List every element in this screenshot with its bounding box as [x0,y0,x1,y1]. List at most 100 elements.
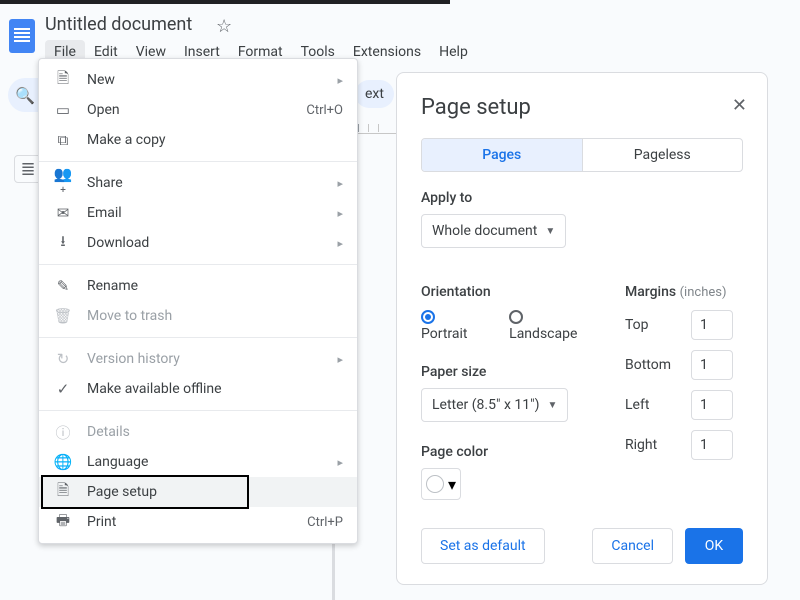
margin-bottom-label: Bottom [625,357,681,373]
menu-item-label: Open [87,102,120,118]
radio-landscape[interactable]: Landscape [509,310,597,342]
margin-left-row: Left [625,390,743,420]
radio-icon [509,310,523,324]
download-icon: ⭳ [53,231,73,256]
menu-item-print[interactable]: 🖶 Print Ctrl+P [39,507,357,537]
menu-item-share[interactable]: 👥⁺ Share ▸ [39,168,357,198]
margin-right-input[interactable] [691,430,733,460]
margin-bottom-row: Bottom [625,350,743,380]
page-color-label: Page color [421,444,597,460]
margin-right-row: Right [625,430,743,460]
chevron-right-icon: ▸ [337,207,343,220]
menu-item-label: Version history [87,351,180,367]
menu-item-details[interactable]: ⓘ Details [39,417,357,447]
tab-pageless[interactable]: Pageless [582,139,743,171]
app-header: Untitled document ☆ File Edit View Inser… [0,6,800,66]
document-title[interactable]: Untitled document [45,14,192,35]
menu-item-version-history[interactable]: ↻ Version history ▸ [39,344,357,374]
tab-pages[interactable]: Pages [422,139,582,171]
menu-item-open[interactable]: ▭ Open Ctrl+O [39,95,357,125]
copy-icon: ⧉ [53,131,73,149]
ruler[interactable] [358,120,398,134]
menu-item-email[interactable]: ✉ Email ▸ [39,198,357,228]
menu-separator [39,337,357,338]
rename-icon: ✎ [53,277,73,295]
menu-item-rename[interactable]: ✎ Rename [39,271,357,301]
new-icon: 🗎 [53,68,73,93]
select-value: Whole document [432,223,537,239]
menu-item-make-available-offline[interactable]: ✓ Make available offline [39,374,357,404]
margin-left-input[interactable] [691,390,733,420]
menu-item-label: Print [87,514,116,530]
menu-item-new[interactable]: 🗎 New ▸ [39,65,357,95]
shortcut-label: Ctrl+P [307,515,343,530]
menu-item-label: Email [87,205,122,221]
menu-separator [39,161,357,162]
email-icon: ✉ [53,204,73,222]
menu-item-make-a-copy[interactable]: ⧉ Make a copy [39,125,357,155]
shortcut-label: Ctrl+O [306,103,343,118]
margins-label: Margins (inches) [625,284,743,300]
menu-item-label: Make a copy [87,132,166,148]
caret-down-icon: ▾ [448,475,456,494]
cancel-button[interactable]: Cancel [592,528,673,564]
menu-item-label: Page setup [87,484,157,500]
offline-icon: ✓ [53,380,73,398]
set-as-default-button[interactable]: Set as default [421,528,545,564]
menu-item-label: Language [87,454,148,470]
apply-to-select[interactable]: Whole document ▼ [421,214,566,248]
window-top-border [0,0,450,4]
menu-help[interactable]: Help [430,40,477,64]
info-icon: ⓘ [53,422,73,443]
margin-bottom-input[interactable] [691,350,733,380]
menu-item-label: Download [87,235,149,251]
margin-top-label: Top [625,317,681,333]
star-icon[interactable]: ☆ [216,16,232,37]
menu-item-label: Rename [87,278,138,294]
paper-size-label: Paper size [421,364,597,380]
chevron-right-icon: ▸ [337,237,343,250]
print-icon: 🖶 [53,510,73,535]
paper-size-select[interactable]: Letter (8.5" x 11") ▼ [421,388,568,422]
search-menus-button[interactable]: 🔍 [8,78,42,112]
docs-logo-icon[interactable] [9,19,35,53]
dialog-title: Page setup [421,95,743,120]
margin-right-label: Right [625,437,681,453]
page-icon: 🗎 [53,480,73,505]
menu-item-language[interactable]: 🌐 Language ▸ [39,447,357,477]
caret-down-icon: ▼ [547,400,557,411]
search-icon: 🔍 [15,86,35,105]
share-icon: 👥⁺ [53,165,73,201]
menu-item-page-setup[interactable]: 🗎 Page setup [39,477,357,507]
radio-icon [421,310,435,324]
menu-item-download[interactable]: ⭳ Download ▸ [39,228,357,258]
margin-left-label: Left [625,397,681,413]
menu-item-label: Details [87,424,130,440]
chevron-right-icon: ▸ [337,177,343,190]
margin-top-input[interactable] [691,310,733,340]
chevron-right-icon: ▸ [337,353,343,366]
apply-to-label: Apply to [421,190,743,206]
caret-down-icon: ▼ [545,226,555,237]
ok-button[interactable]: OK [685,528,743,564]
menu-item-label: Move to trash [87,308,172,324]
file-menu-dropdown: 🗎 New ▸ ▭ Open Ctrl+O ⧉ Make a copy 👥⁺ S… [38,58,358,544]
trash-icon: 🗑 [53,307,73,325]
chevron-right-icon: ▸ [337,456,343,469]
chevron-right-icon: ▸ [337,74,343,87]
select-value: Letter (8.5" x 11") [432,397,539,413]
page-color-picker[interactable]: ▾ [421,468,461,500]
color-swatch [426,475,444,493]
radio-portrait[interactable]: Portrait [421,310,487,342]
dialog-actions: Set as default Cancel OK [421,528,743,564]
history-icon: ↻ [53,350,73,368]
close-icon[interactable]: ✕ [732,95,747,116]
orientation-label: Orientation [421,284,597,300]
menu-separator [39,264,357,265]
folder-icon: ▭ [53,101,73,119]
menu-separator [39,410,357,411]
toolbar-style-fragment[interactable]: ext [355,80,394,108]
menu-item-label: Share [87,175,123,191]
page-setup-tabs: Pages Pageless [421,138,743,172]
menu-item-label: New [87,72,115,88]
